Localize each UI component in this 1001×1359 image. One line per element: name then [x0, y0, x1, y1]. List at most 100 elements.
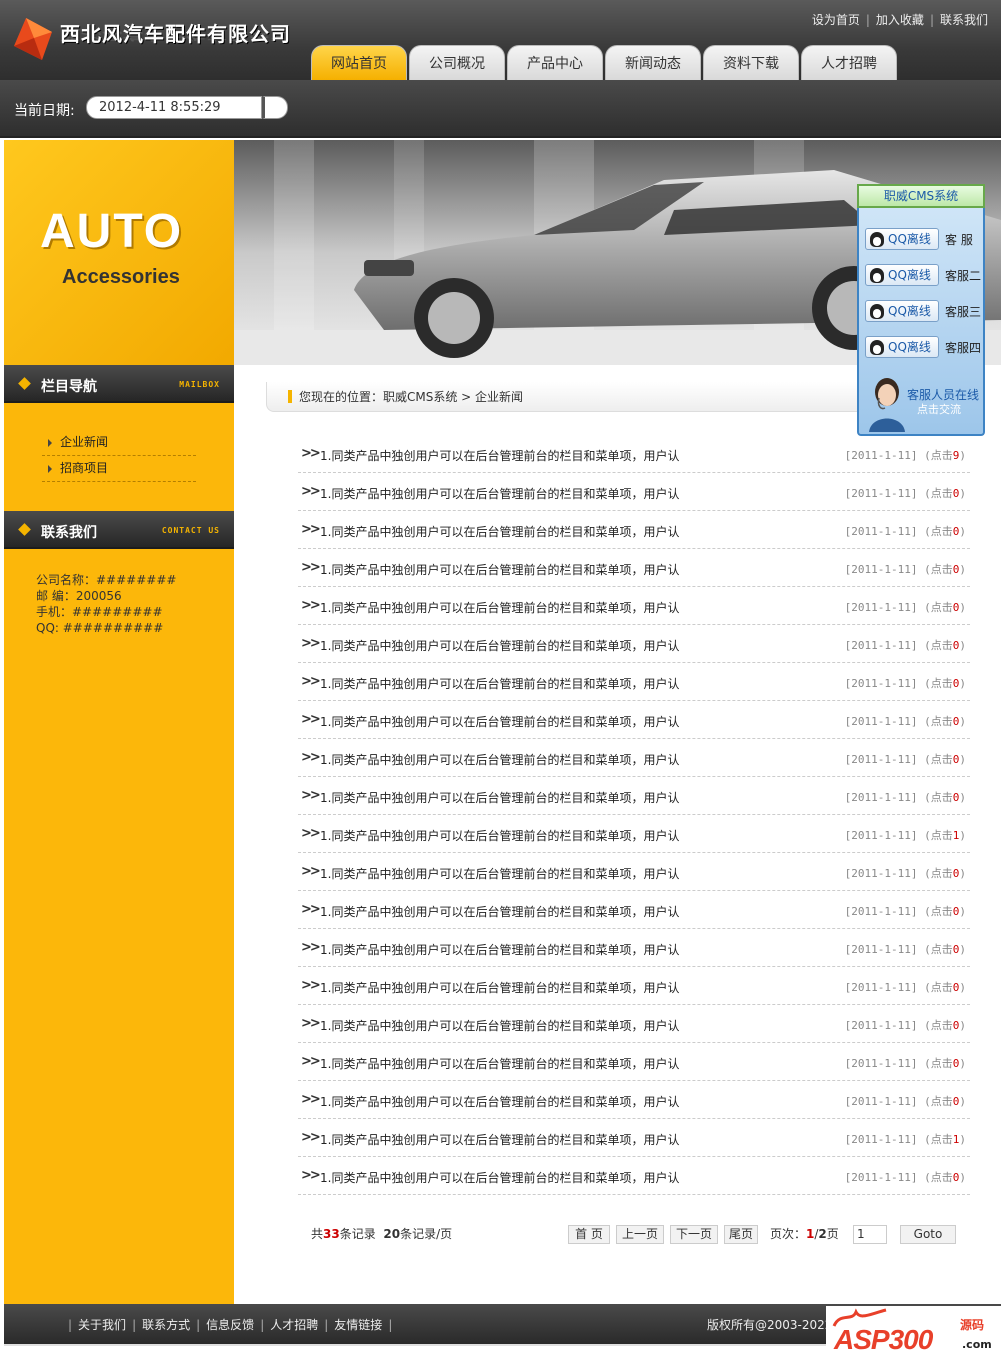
qq-penguin-icon [870, 268, 884, 283]
double-chevron-right-icon: >> [301, 826, 321, 841]
news-row: >> 1.同类产品中独创用户可以在后台管理前台的栏目和菜单项，用户认 [2011-1… [298, 1157, 970, 1195]
diamond-icon [18, 523, 31, 536]
news-title-link[interactable]: 1.同类产品中独创用户可以在后台管理前台的栏目和菜单项，用户认 [320, 941, 679, 958]
sidebar-item-investment[interactable]: 招商项目 [42, 456, 196, 482]
qq-agent-name: 客服三 [945, 305, 982, 319]
news-title-link[interactable]: 1.同类产品中独创用户可以在后台管理前台的栏目和菜单项，用户认 [320, 713, 679, 730]
news-clicks: 0 [952, 487, 960, 500]
news-title-link[interactable]: 1.同类产品中独创用户可以在后台管理前台的栏目和菜单项，用户认 [320, 675, 679, 692]
qq-button-label: QQ离线 [888, 304, 931, 318]
news-title-link[interactable]: 1.同类产品中独创用户可以在后台管理前台的栏目和菜单项，用户认 [320, 561, 679, 578]
news-row: >> 1.同类产品中独创用户可以在后台管理前台的栏目和菜单项，用户认 [2011-1… [298, 967, 970, 1005]
news-date: 2011-1-11 [851, 753, 911, 766]
news-title-link[interactable]: 1.同类产品中独创用户可以在后台管理前台的栏目和菜单项，用户认 [320, 827, 679, 844]
news-title-link[interactable]: 1.同类产品中独创用户可以在后台管理前台的栏目和菜单项，用户认 [320, 599, 679, 616]
cs-online-banner[interactable]: 客服人员在线 点击交流 [859, 370, 983, 434]
add-favorite-link[interactable]: 加入收藏 [876, 13, 924, 27]
news-title-link[interactable]: 1.同类产品中独创用户可以在后台管理前台的栏目和菜单项，用户认 [320, 1017, 679, 1034]
news-row: >> 1.同类产品中独创用户可以在后台管理前台的栏目和菜单项，用户认 [2011-1… [298, 701, 970, 739]
record-total: 33 [323, 1227, 340, 1241]
qq-offline-button[interactable]: QQ离线 [865, 264, 939, 286]
news-date: 2011-1-11 [851, 791, 911, 804]
breadcrumb-marker [288, 390, 292, 403]
double-chevron-right-icon: >> [301, 1054, 321, 1069]
agent-avatar-icon [869, 378, 905, 432]
breadcrumb-text[interactable]: 您现在的位置：职威CMS系统 > 企业新闻 [299, 388, 523, 405]
news-title-link[interactable]: 1.同类产品中独创用户可以在后台管理前台的栏目和菜单项，用户认 [320, 1131, 679, 1148]
news-meta: [2011-1-11] (点击0) [844, 639, 966, 652]
diamond-icon [18, 377, 31, 390]
news-title-link[interactable]: 1.同类产品中独创用户可以在后台管理前台的栏目和菜单项，用户认 [320, 1169, 679, 1186]
footer-link-about[interactable]: 关于我们 [78, 1318, 126, 1332]
double-chevron-right-icon: >> [301, 1168, 321, 1183]
next-page-button[interactable]: 下一页 [670, 1225, 718, 1244]
footer-link-jobs[interactable]: 人才招聘 [270, 1318, 318, 1332]
triangle-right-icon [48, 439, 52, 447]
qq-panel-title: 职威CMS系统 [857, 184, 985, 208]
news-clicks-label: 点击 [930, 943, 953, 956]
qq-offline-button[interactable]: QQ离线 [865, 228, 939, 250]
news-clicks: 0 [952, 601, 960, 614]
news-meta: [2011-1-11] (点击0) [844, 601, 966, 614]
goto-button[interactable]: Goto [900, 1225, 956, 1244]
nav-tab-home[interactable]: 网站首页 [311, 45, 407, 80]
footer-link-contact[interactable]: 联系方式 [142, 1318, 190, 1332]
sidebar-nav-header: 栏目导航 MAILBOX [4, 365, 234, 403]
contact-us-link[interactable]: 联系我们 [940, 13, 988, 27]
news-meta: [2011-1-11] (点击0) [844, 753, 966, 766]
news-clicks-label: 点击 [930, 449, 953, 462]
news-title-link[interactable]: 1.同类产品中独创用户可以在后台管理前台的栏目和菜单项，用户认 [320, 447, 679, 464]
triangle-right-icon [48, 465, 52, 473]
news-clicks-label: 点击 [930, 981, 953, 994]
news-date: 2011-1-11 [851, 601, 911, 614]
nav-tab-company[interactable]: 公司概况 [409, 45, 505, 80]
news-title-link[interactable]: 1.同类产品中独创用户可以在后台管理前台的栏目和菜单项，用户认 [320, 751, 679, 768]
sidebar-item-company-news[interactable]: 企业新闻 [42, 430, 196, 456]
news-title-link[interactable]: 1.同类产品中独创用户可以在后台管理前台的栏目和菜单项，用户认 [320, 637, 679, 654]
page-number-input[interactable]: 1 [853, 1225, 887, 1244]
news-clicks-label: 点击 [930, 563, 953, 576]
news-meta: [2011-1-11] (点击0) [844, 981, 966, 994]
news-clicks: 1 [952, 829, 960, 842]
news-clicks: 0 [952, 867, 960, 880]
qq-penguin-icon [870, 232, 884, 247]
qq-penguin-icon [870, 340, 884, 355]
sidebar-contact-title: 联系我们 [41, 525, 97, 541]
news-clicks-label: 点击 [930, 1019, 953, 1032]
footer-link-friends[interactable]: 友情链接 [334, 1318, 382, 1332]
news-title-link[interactable]: 1.同类产品中独创用户可以在后台管理前台的栏目和菜单项，用户认 [320, 789, 679, 806]
footer-link-feedback[interactable]: 信息反馈 [206, 1318, 254, 1332]
news-title-link[interactable]: 1.同类产品中独创用户可以在后台管理前台的栏目和菜单项，用户认 [320, 979, 679, 996]
main-nav: 网站首页 公司概况 产品中心 新闻动态 资料下载 人才招聘 [311, 45, 897, 80]
nav-tab-downloads[interactable]: 资料下载 [703, 45, 799, 80]
page-indicator: 页次：1/2页 [770, 1227, 839, 1241]
qq-agent-row: QQ离线 客 服 [865, 228, 983, 252]
footer-links: | 关于我们 | 联系方式 | 信息反馈 | 人才招聘 | 友情链接 | [68, 1318, 393, 1332]
news-title-link[interactable]: 1.同类产品中独创用户可以在后台管理前台的栏目和菜单项，用户认 [320, 903, 679, 920]
nav-tab-products[interactable]: 产品中心 [507, 45, 603, 80]
news-title-link[interactable]: 1.同类产品中独创用户可以在后台管理前台的栏目和菜单项，用户认 [320, 865, 679, 882]
news-meta: [2011-1-11] (点击0) [844, 1095, 966, 1108]
news-meta: [2011-1-11] (点击0) [844, 1019, 966, 1032]
nav-tab-jobs[interactable]: 人才招聘 [801, 45, 897, 80]
news-title-link[interactable]: 1.同类产品中独创用户可以在后台管理前台的栏目和菜单项，用户认 [320, 523, 679, 540]
per-page-count: 20 [383, 1227, 401, 1241]
last-page-button[interactable]: 尾页 [724, 1225, 758, 1244]
news-title-link[interactable]: 1.同类产品中独创用户可以在后台管理前台的栏目和菜单项，用户认 [320, 1055, 679, 1072]
double-chevron-right-icon: >> [301, 560, 321, 575]
sidebar-nav-list: 企业新闻 招商项目 [42, 430, 196, 482]
prev-page-button[interactable]: 上一页 [616, 1225, 664, 1244]
qq-offline-button[interactable]: QQ离线 [865, 300, 939, 322]
double-chevron-right-icon: >> [301, 522, 321, 537]
contact-qq: QQ: ########## [36, 621, 164, 635]
nav-tab-news[interactable]: 新闻动态 [605, 45, 701, 80]
news-title-link[interactable]: 1.同类产品中独创用户可以在后台管理前台的栏目和菜单项，用户认 [320, 1093, 679, 1110]
record-info: 共33条记录 20条记录/页 [311, 1225, 452, 1242]
first-page-button[interactable]: 首 页 [568, 1225, 610, 1244]
qq-offline-button[interactable]: QQ离线 [865, 336, 939, 358]
news-title-link[interactable]: 1.同类产品中独创用户可以在后台管理前台的栏目和菜单项，用户认 [320, 485, 679, 502]
sidebar-item-label: 企业新闻 [60, 435, 109, 449]
news-date: 2011-1-11 [851, 905, 911, 918]
qq-button-label: QQ离线 [888, 340, 931, 354]
set-homepage-link[interactable]: 设为首页 [812, 13, 860, 27]
